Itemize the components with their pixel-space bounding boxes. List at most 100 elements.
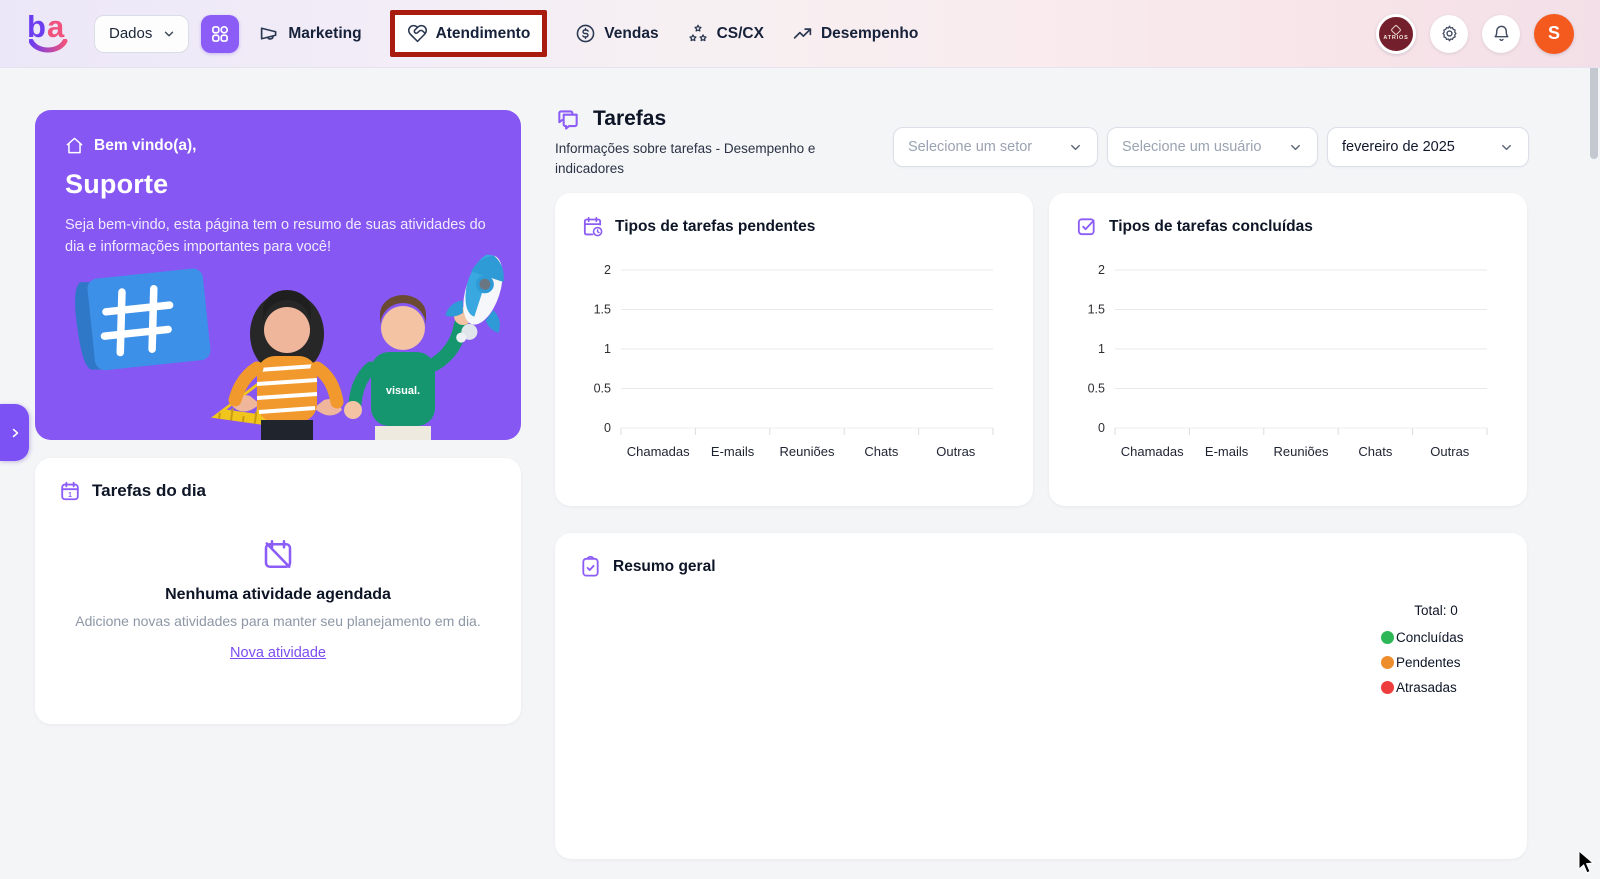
svg-text:2: 2 (1098, 263, 1105, 277)
svg-text:Reuniões: Reuniões (1274, 444, 1329, 459)
welcome-illustration: visual. (75, 254, 504, 440)
svg-text:Outras: Outras (936, 444, 976, 459)
svg-text:Chats: Chats (864, 444, 898, 459)
bell-icon (1493, 25, 1509, 42)
nav-label: Marketing (288, 24, 362, 42)
svg-text:Chats: Chats (1358, 444, 1392, 459)
welcome-greeting: Bem vindo(a), (94, 136, 197, 154)
svg-text:0: 0 (604, 421, 611, 435)
stars-icon (688, 24, 707, 41)
welcome-user-title: Suporte (65, 169, 169, 199)
nav-label: Desempenho (820, 24, 919, 42)
svg-text:1.5: 1.5 (594, 303, 611, 317)
workspace-select[interactable]: Dados (94, 14, 190, 53)
svg-text:E-mails: E-mails (1205, 444, 1249, 459)
apps-grid-button[interactable] (201, 14, 240, 53)
org-avatar-label: ATRIOS (1383, 35, 1409, 41)
filters-row: Selecione um setor Selecione um usuário … (893, 127, 1529, 167)
calendar-off-icon (264, 539, 292, 569)
nav-item-marketing[interactable]: Marketing (259, 23, 362, 44)
tasks-today-title: Tarefas do dia (92, 481, 206, 500)
clipboard-check-icon (582, 555, 599, 577)
tasks-today-card: 1 Tarefas do dia Nenhuma atividade agend… (35, 458, 521, 724)
sidebar-expand-button[interactable] (0, 404, 29, 461)
scrollbar-thumb[interactable] (1590, 62, 1598, 159)
general-summary-card: Resumo geral Total: 0 Concluídas Pendent… (555, 533, 1527, 859)
nav-item-cscx[interactable]: CS/CX (687, 23, 764, 45)
topbar-right: ATRIOS S (1376, 13, 1574, 54)
home-icon (66, 137, 83, 154)
nav-item-vendas[interactable]: Vendas (575, 23, 659, 44)
svg-text:E-mails: E-mails (711, 444, 755, 459)
svg-text:0.5: 0.5 (594, 382, 611, 396)
tasks-section-subtitle: Informações sobre tarefas - Desempenho e… (555, 141, 816, 177)
app-logo[interactable]: b a (26, 9, 76, 57)
tasks-section-title: Tarefas (593, 107, 667, 130)
topbar: b a Dados Marketing Atendimento Vendas C… (0, 0, 1600, 68)
svg-text:2: 2 (604, 263, 611, 277)
summary-title: Resumo geral (613, 557, 716, 575)
svg-text:Outras: Outras (1430, 444, 1470, 459)
chevron-down-icon (1291, 144, 1300, 150)
megaphone-icon (261, 27, 277, 40)
trending-up-icon (793, 28, 812, 39)
logo-smile-icon (29, 38, 68, 52)
new-activity-link[interactable]: Nova atividade (230, 645, 326, 661)
month-select[interactable]: fevereiro de 2025 (1327, 127, 1529, 167)
sector-select[interactable]: Selecione um setor (893, 127, 1098, 167)
settings-button[interactable] (1430, 14, 1468, 53)
legend-dot-green (1381, 631, 1394, 644)
completed-tasks-card: Tipos de tarefas concluídas 0 0.5 1 1.5 2 Cha… (1049, 193, 1527, 506)
nav-label: Atendimento (435, 24, 531, 42)
heart-handshake-icon (407, 24, 427, 43)
nav-item-desempenho[interactable]: Desempenho (792, 23, 918, 44)
messages-icon (558, 110, 578, 130)
completed-chart: 0 0.5 1 1.5 2 Chamadas E-mails Reuniões Chats Out… (1063, 254, 1527, 492)
user-select[interactable]: Selecione um usuário (1107, 127, 1318, 167)
summary-total: Total: 0 (1414, 603, 1458, 618)
tasks-empty-title: Nenhuma atividade agendada (165, 586, 391, 603)
main-nav: Marketing Atendimento Vendas CS/CX Desem… (259, 10, 918, 57)
tasks-empty-state: Nenhuma atividade agendada Adicione nova… (35, 502, 521, 662)
pending-chart-title: Tipos de tarefas pendentes (615, 217, 816, 235)
svg-text:0.5: 0.5 (1088, 382, 1105, 396)
apps-grid-icon (212, 25, 229, 42)
annotation-highlight-box: Atendimento (389, 10, 548, 57)
chevron-down-icon (1071, 144, 1080, 150)
legend-item-pendentes: Pendentes (1381, 655, 1491, 670)
org-avatar[interactable]: ATRIOS (1376, 13, 1416, 54)
svg-text:visual.: visual. (386, 385, 420, 397)
sector-select-placeholder: Selecione um setor (908, 139, 1033, 155)
gear-icon (1441, 25, 1457, 42)
chevron-right-icon (12, 428, 18, 437)
dollar-circle-icon (576, 24, 595, 43)
chevron-down-icon (1502, 144, 1511, 150)
svg-text:1.5: 1.5 (1088, 303, 1105, 317)
profile-avatar[interactable]: S (1534, 13, 1574, 54)
svg-text:1: 1 (1098, 342, 1105, 356)
notifications-button[interactable] (1482, 14, 1520, 53)
tasks-empty-description: Adicione novas atividades para manter se… (75, 613, 481, 629)
tasks-section-header: Tarefas Informações sobre tarefas - Dese… (555, 106, 885, 180)
checkbox-icon (1077, 218, 1095, 236)
svg-text:0: 0 (1098, 421, 1105, 435)
legend-item-concluidas: Concluídas (1381, 630, 1491, 645)
org-crest-icon (1390, 24, 1402, 36)
legend-dot-orange (1381, 656, 1394, 669)
legend-dot-red (1381, 681, 1394, 694)
page-scrollbar (1588, 0, 1600, 879)
pending-tasks-card: Tipos de tarefas pendentes 0 0.5 1 1.5 2 Cham… (555, 193, 1033, 506)
svg-text:1: 1 (604, 342, 611, 356)
calendar-clock-icon (583, 216, 603, 237)
nav-item-atendimento[interactable]: Atendimento (407, 23, 531, 44)
welcome-card: Bem vindo(a), Suporte Seja bem-vindo, es… (35, 110, 521, 440)
user-select-placeholder: Selecione um usuário (1122, 139, 1262, 155)
svg-text:Chamadas: Chamadas (1121, 444, 1184, 459)
summary-legend: Total: 0 Concluídas Pendentes Atrasadas (1381, 603, 1491, 705)
chevron-down-icon (165, 31, 174, 36)
svg-text:Reuniões: Reuniões (780, 444, 835, 459)
welcome-description: Seja bem-vindo, esta página tem o resumo… (65, 217, 486, 256)
profile-initial: S (1547, 23, 1560, 43)
completed-chart-title: Tipos de tarefas concluídas (1109, 217, 1313, 235)
legend-item-atrasadas: Atrasadas (1381, 680, 1491, 695)
